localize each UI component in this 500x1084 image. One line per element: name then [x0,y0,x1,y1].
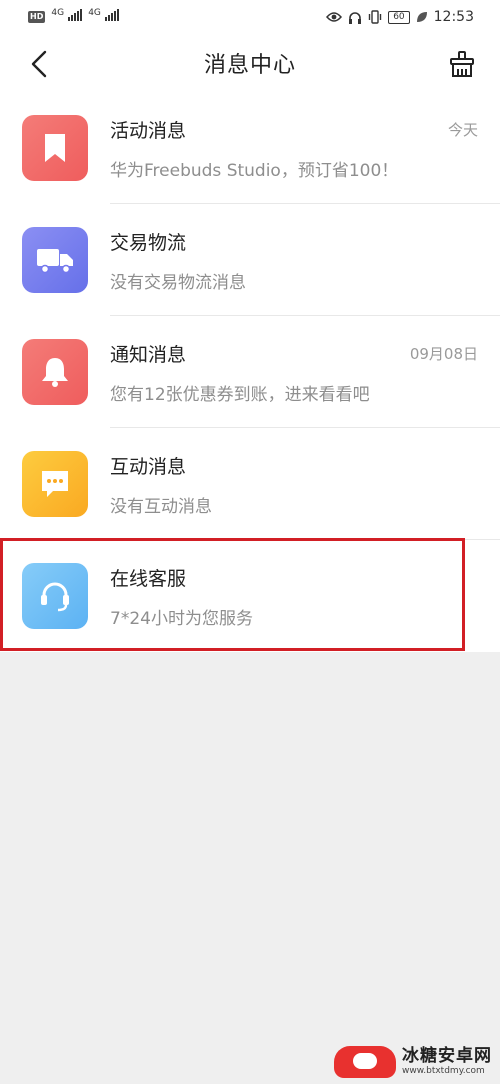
message-subtitle: 没有交易物流消息 [110,273,246,293]
message-subtitle: 华为Freebuds Studio，预订省100！ [110,161,399,181]
message-item-logistics[interactable]: 交易物流 没有交易物流消息 [0,204,500,316]
message-subtitle: 7*24小时为您服务 [110,609,253,629]
page-title: 消息中心 [203,53,296,78]
eye-icon [326,12,343,22]
leaf-icon [416,12,427,22]
clear-messages-button[interactable] [444,46,480,82]
bell-icon [42,358,68,387]
network-type-sim2: 4G [88,8,101,18]
status-time: 12:53 [433,9,474,25]
network-type-sim1: 4G [51,8,65,18]
message-item-activity[interactable]: 活动消息 华为Freebuds Studio，预订省100！ 今天 [0,92,500,204]
message-title: 在线客服 [110,568,187,590]
vibrate-icon [368,10,382,24]
interaction-icon-box [22,451,88,517]
battery-indicator: 60 [388,10,410,24]
message-subtitle: 没有互动消息 [110,497,212,517]
status-left: HD 4G 4G [28,8,120,25]
hd-badge: HD [28,11,46,23]
notice-icon-box [22,339,88,405]
status-bar: HD 4G 4G 60 12:53 [0,0,500,34]
message-title: 通知消息 [110,344,187,366]
signal-bars-icon [68,9,83,21]
message-title: 互动消息 [110,456,187,478]
chat-bubble-icon [42,471,68,497]
logistics-icon-box [22,227,88,293]
message-time: 今天 [447,121,478,139]
message-time: 09月08日 [409,345,478,363]
broom-icon [450,51,474,77]
signal-bars-icon [105,9,120,21]
back-arrow-icon [31,50,47,78]
back-button[interactable] [22,47,56,81]
bookmark-icon [45,134,65,162]
signal-sim1: 4G [51,8,83,25]
signal-sim2: 4G [88,8,120,25]
message-item-interaction[interactable]: 互动消息 没有互动消息 [0,428,500,540]
message-title: 活动消息 [110,120,187,142]
message-item-notice[interactable]: 通知消息 您有12张优惠券到账，进来看看吧 09月08日 [0,316,500,428]
message-subtitle: 您有12张优惠券到账，进来看看吧 [110,385,370,405]
app-bar: 消息中心 [0,34,500,92]
headset-icon [41,582,69,612]
message-title: 交易物流 [110,232,187,254]
message-list: 活动消息 华为Freebuds Studio，预订省100！ 今天 交易物流 没… [0,92,500,652]
truck-icon [37,249,73,274]
message-item-service[interactable]: 在线客服 7*24小时为您服务 [0,540,500,652]
activity-icon-box [22,115,88,181]
status-right: 60 12:53 [326,9,474,25]
watermark-title: 冰糖安卓网 [402,1046,492,1066]
headphones-icon [349,11,362,24]
watermark: 冰糖安卓网 www.btxtdmy.com [334,1044,492,1080]
watermark-logo-icon [334,1046,396,1078]
watermark-url: www.btxtdmy.com [402,1066,485,1076]
service-icon-box [22,563,88,629]
